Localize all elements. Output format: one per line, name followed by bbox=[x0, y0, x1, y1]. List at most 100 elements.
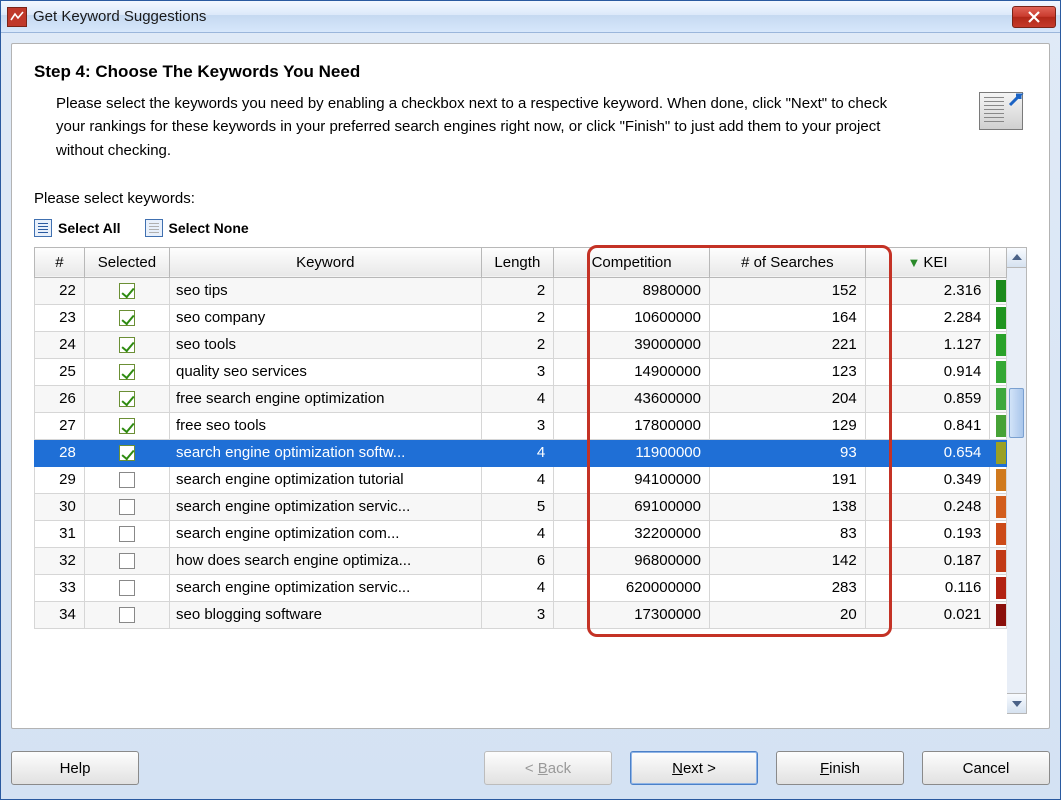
step-title: Step 4: Choose The Keywords You Need bbox=[34, 62, 965, 82]
scroll-down-button[interactable] bbox=[1007, 693, 1026, 713]
cell-length: 3 bbox=[481, 358, 554, 385]
checkbox-icon[interactable] bbox=[119, 472, 135, 488]
dialog-buttons: Help < Back Next > Finish Cancel bbox=[11, 751, 1050, 785]
sort-desc-icon: ▼ bbox=[908, 255, 921, 270]
cell-checkbox[interactable] bbox=[84, 385, 169, 412]
col-selected[interactable]: Selected bbox=[84, 247, 169, 277]
checkbox-icon[interactable] bbox=[119, 499, 135, 515]
cancel-button[interactable]: Cancel bbox=[922, 751, 1050, 785]
cell-searches: 123 bbox=[709, 358, 865, 385]
back-button: < Back bbox=[484, 751, 612, 785]
cell-competition: 32200000 bbox=[554, 520, 710, 547]
checkbox-icon[interactable] bbox=[119, 445, 135, 461]
table-row[interactable]: 22seo tips289800001522.316 bbox=[35, 277, 1007, 304]
scroll-track[interactable] bbox=[1007, 268, 1026, 693]
cell-searches: 142 bbox=[709, 547, 865, 574]
table-row[interactable]: 28search engine optimization softw...411… bbox=[35, 439, 1007, 466]
cell-length: 4 bbox=[481, 574, 554, 601]
table-row[interactable]: 27free seo tools3178000001290.841 bbox=[35, 412, 1007, 439]
cell-length: 5 bbox=[481, 493, 554, 520]
cell-competition: 39000000 bbox=[554, 331, 710, 358]
cell-keyword: how does search engine optimiza... bbox=[169, 547, 481, 574]
cell-length: 2 bbox=[481, 331, 554, 358]
cell-checkbox[interactable] bbox=[84, 574, 169, 601]
table-row[interactable]: 34seo blogging software317300000200.021 bbox=[35, 601, 1007, 628]
cell-keyword: free seo tools bbox=[169, 412, 481, 439]
cell-length: 4 bbox=[481, 439, 554, 466]
cell-index: 33 bbox=[35, 574, 85, 601]
help-button[interactable]: Help bbox=[11, 751, 139, 785]
checkbox-icon[interactable] bbox=[119, 553, 135, 569]
app-icon bbox=[7, 7, 27, 27]
cell-checkbox[interactable] bbox=[84, 601, 169, 628]
checkbox-icon[interactable] bbox=[119, 283, 135, 299]
col-length[interactable]: Length bbox=[481, 247, 554, 277]
table-row[interactable]: 31search engine optimization com...43220… bbox=[35, 520, 1007, 547]
table-row[interactable]: 26free search engine optimization4436000… bbox=[35, 385, 1007, 412]
cell-kei-bar bbox=[990, 439, 1007, 466]
checkbox-icon[interactable] bbox=[119, 418, 135, 434]
table-row[interactable]: 24seo tools2390000002211.127 bbox=[35, 331, 1007, 358]
cell-checkbox[interactable] bbox=[84, 466, 169, 493]
cell-kei-bar bbox=[990, 601, 1007, 628]
col-index[interactable]: # bbox=[35, 247, 85, 277]
col-kei[interactable]: ▼KEI bbox=[865, 247, 990, 277]
checkbox-icon[interactable] bbox=[119, 310, 135, 326]
cell-kei-bar bbox=[990, 304, 1007, 331]
col-searches[interactable]: # of Searches bbox=[709, 247, 865, 277]
table-row[interactable]: 23seo company2106000001642.284 bbox=[35, 304, 1007, 331]
cell-kei: 0.914 bbox=[865, 358, 990, 385]
cell-searches: 129 bbox=[709, 412, 865, 439]
cell-kei: 2.316 bbox=[865, 277, 990, 304]
cell-kei: 2.284 bbox=[865, 304, 990, 331]
close-button[interactable] bbox=[1012, 6, 1056, 28]
checkbox-icon[interactable] bbox=[119, 337, 135, 353]
cell-kei: 0.193 bbox=[865, 520, 990, 547]
cell-keyword: search engine optimization tutorial bbox=[169, 466, 481, 493]
vertical-scrollbar[interactable] bbox=[1007, 247, 1027, 714]
col-kei-bar bbox=[990, 247, 1007, 277]
next-button[interactable]: Next > bbox=[630, 751, 758, 785]
step-description: Please select the keywords you need by e… bbox=[34, 92, 914, 162]
cell-checkbox[interactable] bbox=[84, 304, 169, 331]
cell-checkbox[interactable] bbox=[84, 493, 169, 520]
cell-kei: 1.127 bbox=[865, 331, 990, 358]
cell-checkbox[interactable] bbox=[84, 331, 169, 358]
table-row[interactable]: 30search engine optimization servic...56… bbox=[35, 493, 1007, 520]
cell-competition: 94100000 bbox=[554, 466, 710, 493]
table-row[interactable]: 33search engine optimization servic...46… bbox=[35, 574, 1007, 601]
col-keyword[interactable]: Keyword bbox=[169, 247, 481, 277]
cell-index: 34 bbox=[35, 601, 85, 628]
scroll-thumb[interactable] bbox=[1009, 388, 1024, 438]
cell-checkbox[interactable] bbox=[84, 358, 169, 385]
col-competition[interactable]: Competition bbox=[554, 247, 710, 277]
checkbox-icon[interactable] bbox=[119, 607, 135, 623]
finish-button[interactable]: Finish bbox=[776, 751, 904, 785]
cell-checkbox[interactable] bbox=[84, 547, 169, 574]
checkbox-icon[interactable] bbox=[119, 364, 135, 380]
select-all-button[interactable]: Select All bbox=[34, 219, 121, 237]
cell-kei-bar bbox=[990, 385, 1007, 412]
cell-kei: 0.021 bbox=[865, 601, 990, 628]
cell-checkbox[interactable] bbox=[84, 520, 169, 547]
titlebar: Get Keyword Suggestions bbox=[1, 1, 1060, 33]
cell-checkbox[interactable] bbox=[84, 277, 169, 304]
cell-length: 4 bbox=[481, 385, 554, 412]
cell-kei-bar bbox=[990, 358, 1007, 385]
cell-keyword: search engine optimization softw... bbox=[169, 439, 481, 466]
scroll-up-button[interactable] bbox=[1007, 248, 1026, 268]
checkbox-icon[interactable] bbox=[119, 391, 135, 407]
cell-keyword: quality seo services bbox=[169, 358, 481, 385]
checkbox-icon[interactable] bbox=[119, 526, 135, 542]
table-row[interactable]: 29search engine optimization tutorial494… bbox=[35, 466, 1007, 493]
table-row[interactable]: 32how does search engine optimiza...6968… bbox=[35, 547, 1007, 574]
cell-index: 28 bbox=[35, 439, 85, 466]
table-row[interactable]: 25quality seo services3149000001230.914 bbox=[35, 358, 1007, 385]
checkbox-icon[interactable] bbox=[119, 580, 135, 596]
cell-length: 4 bbox=[481, 466, 554, 493]
cell-checkbox[interactable] bbox=[84, 439, 169, 466]
select-none-button[interactable]: Select None bbox=[145, 219, 249, 237]
cell-kei: 0.841 bbox=[865, 412, 990, 439]
cell-checkbox[interactable] bbox=[84, 412, 169, 439]
cell-competition: 43600000 bbox=[554, 385, 710, 412]
